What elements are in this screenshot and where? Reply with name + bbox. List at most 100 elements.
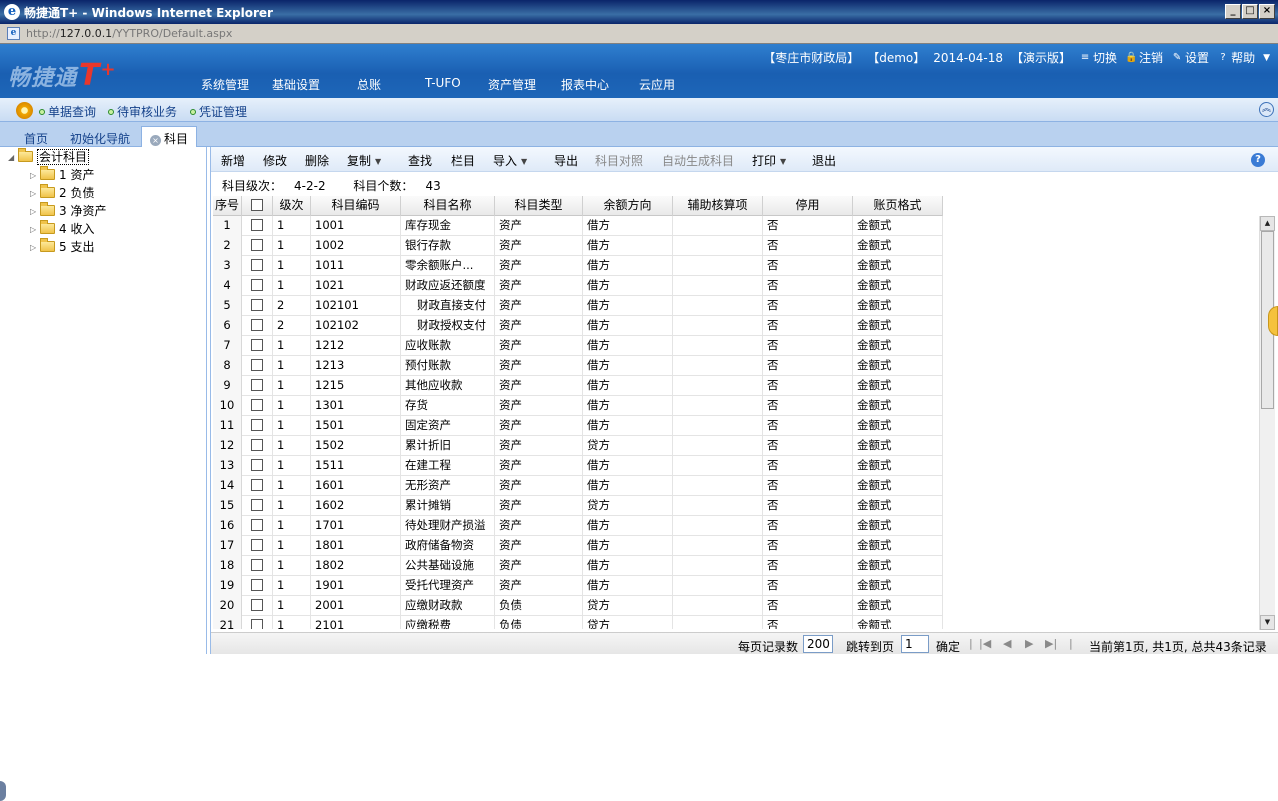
row-checkbox[interactable] [251,299,263,311]
maximize-button[interactable]: □ [1242,4,1258,19]
row-checkbox-cell[interactable] [242,356,273,376]
row-checkbox-cell[interactable] [242,376,273,396]
collapsed-arrow-icon[interactable]: ▷ [30,167,40,185]
row-checkbox[interactable] [251,499,263,511]
table-row[interactable]: 16 1 1701 待处理财产损溢 资产 借方 否金额式 [213,516,943,536]
copy-dropdown-button[interactable]: 复制 ▼ [347,152,381,169]
row-checkbox-cell[interactable] [242,296,273,316]
expanded-arrow-icon[interactable]: ◢ [8,149,18,167]
table-row[interactable]: 19 1 1901 受托代理资产 资产 借方 否金额式 [213,576,943,596]
menu-basic-settings[interactable]: 基础设置 [272,76,320,93]
table-row[interactable]: 1 1 1001 库存现金 资产 借方否金额式 [213,216,943,236]
menu-asset[interactable]: 资产管理 [488,76,536,93]
chevron-down-icon[interactable]: ▼ [1263,53,1270,63]
scroll-up-arrow-icon[interactable]: ▲ [1260,216,1275,231]
logout-link[interactable]: 🔒 注销 [1125,49,1163,66]
row-checkbox[interactable] [251,339,263,351]
address-url[interactable]: http://127.0.0.1/YYTPRO/Default.aspx [26,27,232,40]
tree-node-expenses[interactable]: ▷ 5 支出 [30,238,94,256]
row-checkbox-cell[interactable] [242,476,273,496]
minimize-button[interactable]: _ [1225,4,1241,19]
add-button[interactable]: 新增 [221,152,245,169]
row-checkbox[interactable] [251,439,263,451]
row-checkbox[interactable] [251,259,263,271]
collapsed-arrow-icon[interactable]: ▷ [30,203,40,221]
menu-general-ledger[interactable]: 总账 [357,76,381,93]
collapse-up-icon[interactable]: ︽ [1259,102,1274,117]
table-row[interactable]: 9 1 1215 其他应收款 资产 借方 否金额式 [213,376,943,396]
row-checkbox-cell[interactable] [242,576,273,596]
row-checkbox[interactable] [251,539,263,551]
row-checkbox[interactable] [251,319,263,331]
table-row[interactable]: 18 1 1802 公共基础设施 资产 借方 否金额式 [213,556,943,576]
row-checkbox[interactable] [251,459,263,471]
first-page-icon[interactable]: |◀ [979,637,991,650]
tab-home[interactable]: 首页 [16,127,56,147]
menu-report[interactable]: 报表中心 [561,76,609,93]
row-checkbox-cell[interactable] [242,396,273,416]
table-row[interactable]: 11 1 1501 固定资产 资产 借方否金额式 [213,416,943,436]
switch-link[interactable]: ≡ 切换 [1079,49,1117,66]
panel-splitter-handle[interactable] [0,781,6,801]
table-row[interactable]: 5 2 102101 财政直接支付 资产 借方 否金额式 [213,296,943,316]
row-checkbox-cell[interactable] [242,496,273,516]
menu-cloud[interactable]: 云应用 [639,76,675,93]
row-checkbox-cell[interactable] [242,216,273,236]
tree-node-income[interactable]: ▷ 4 收入 [30,220,94,238]
auto-generate-button[interactable]: 自动生成科目 [662,152,734,169]
find-button[interactable]: 查找 [408,152,432,169]
row-checkbox[interactable] [251,359,263,371]
row-checkbox[interactable] [251,519,263,531]
table-row[interactable]: 4 1 1021 财政应返还额度 资产 借方 否金额式 [213,276,943,296]
row-checkbox-cell[interactable] [242,596,273,616]
settings-link[interactable]: ✎ 设置 [1171,49,1209,66]
row-checkbox-cell[interactable] [242,516,273,536]
tab-accounts[interactable]: × 科目 [141,126,198,148]
delete-button[interactable]: 删除 [305,152,329,169]
account-mapping-button[interactable]: 科目对照 [595,152,643,169]
row-checkbox-cell[interactable] [242,236,273,256]
tree-node-assets[interactable]: ▷ 1 资产 [30,166,94,184]
quick-voucher-management[interactable]: 凭证管理 [190,103,247,120]
per-page-input[interactable]: 200 [803,635,833,653]
select-all-checkbox[interactable] [251,199,263,211]
row-checkbox-cell[interactable] [242,436,273,456]
row-checkbox[interactable] [251,599,263,611]
table-row[interactable]: 17 1 1801 政府储备物资 资产 借方 否金额式 [213,536,943,556]
tree-root[interactable]: ◢ 会计科目 [8,148,90,167]
table-row[interactable]: 6 2 102102 财政授权支付 资产 借方 否金额式 [213,316,943,336]
row-checkbox-cell[interactable] [242,256,273,276]
row-checkbox[interactable] [251,579,263,591]
close-tab-icon[interactable]: × [150,135,161,146]
menu-system[interactable]: 系统管理 [201,76,249,93]
row-checkbox[interactable] [251,219,263,231]
row-checkbox-cell[interactable] [242,276,273,296]
quick-document-query[interactable]: 单据查询 [39,103,96,120]
columns-button[interactable]: 栏目 [451,152,475,169]
col-header-seq[interactable]: 序号 [213,196,242,216]
collapsed-arrow-icon[interactable]: ▷ [30,185,40,203]
col-header-check[interactable] [242,196,273,216]
col-header-type[interactable]: 科目类型 [495,196,583,216]
row-checkbox[interactable] [251,419,263,431]
quick-pending-review[interactable]: 待审核业务 [108,103,177,120]
collapsed-arrow-icon[interactable]: ▷ [30,239,40,257]
confirm-button[interactable]: 确定 [936,638,960,655]
col-header-name[interactable]: 科目名称 [401,196,495,216]
tab-init-guide[interactable]: 初始化导航 [62,127,138,147]
table-row[interactable]: 14 1 1601 无形资产 资产 借方 否金额式 [213,476,943,496]
row-checkbox-cell[interactable] [242,416,273,436]
table-row[interactable]: 12 1 1502 累计折旧 资产 贷方 否金额式 [213,436,943,456]
next-page-icon[interactable]: ▶ [1025,637,1033,650]
edit-button[interactable]: 修改 [263,152,287,169]
print-dropdown-button[interactable]: 打印 ▼ [752,152,786,169]
side-float-handle[interactable] [1268,306,1278,336]
row-checkbox-cell[interactable] [242,336,273,356]
last-page-icon[interactable]: ▶| [1045,637,1057,650]
scroll-down-arrow-icon[interactable]: ▼ [1260,615,1275,630]
row-checkbox[interactable] [251,619,263,629]
table-row[interactable]: 10 1 1301 存货 资产 借方 否金额式 [213,396,943,416]
table-row[interactable]: 20 1 2001 应缴财政款 负债 贷方 否金额式 [213,596,943,616]
row-checkbox[interactable] [251,559,263,571]
help-link[interactable]: ? 帮助 ▼ [1217,49,1270,66]
